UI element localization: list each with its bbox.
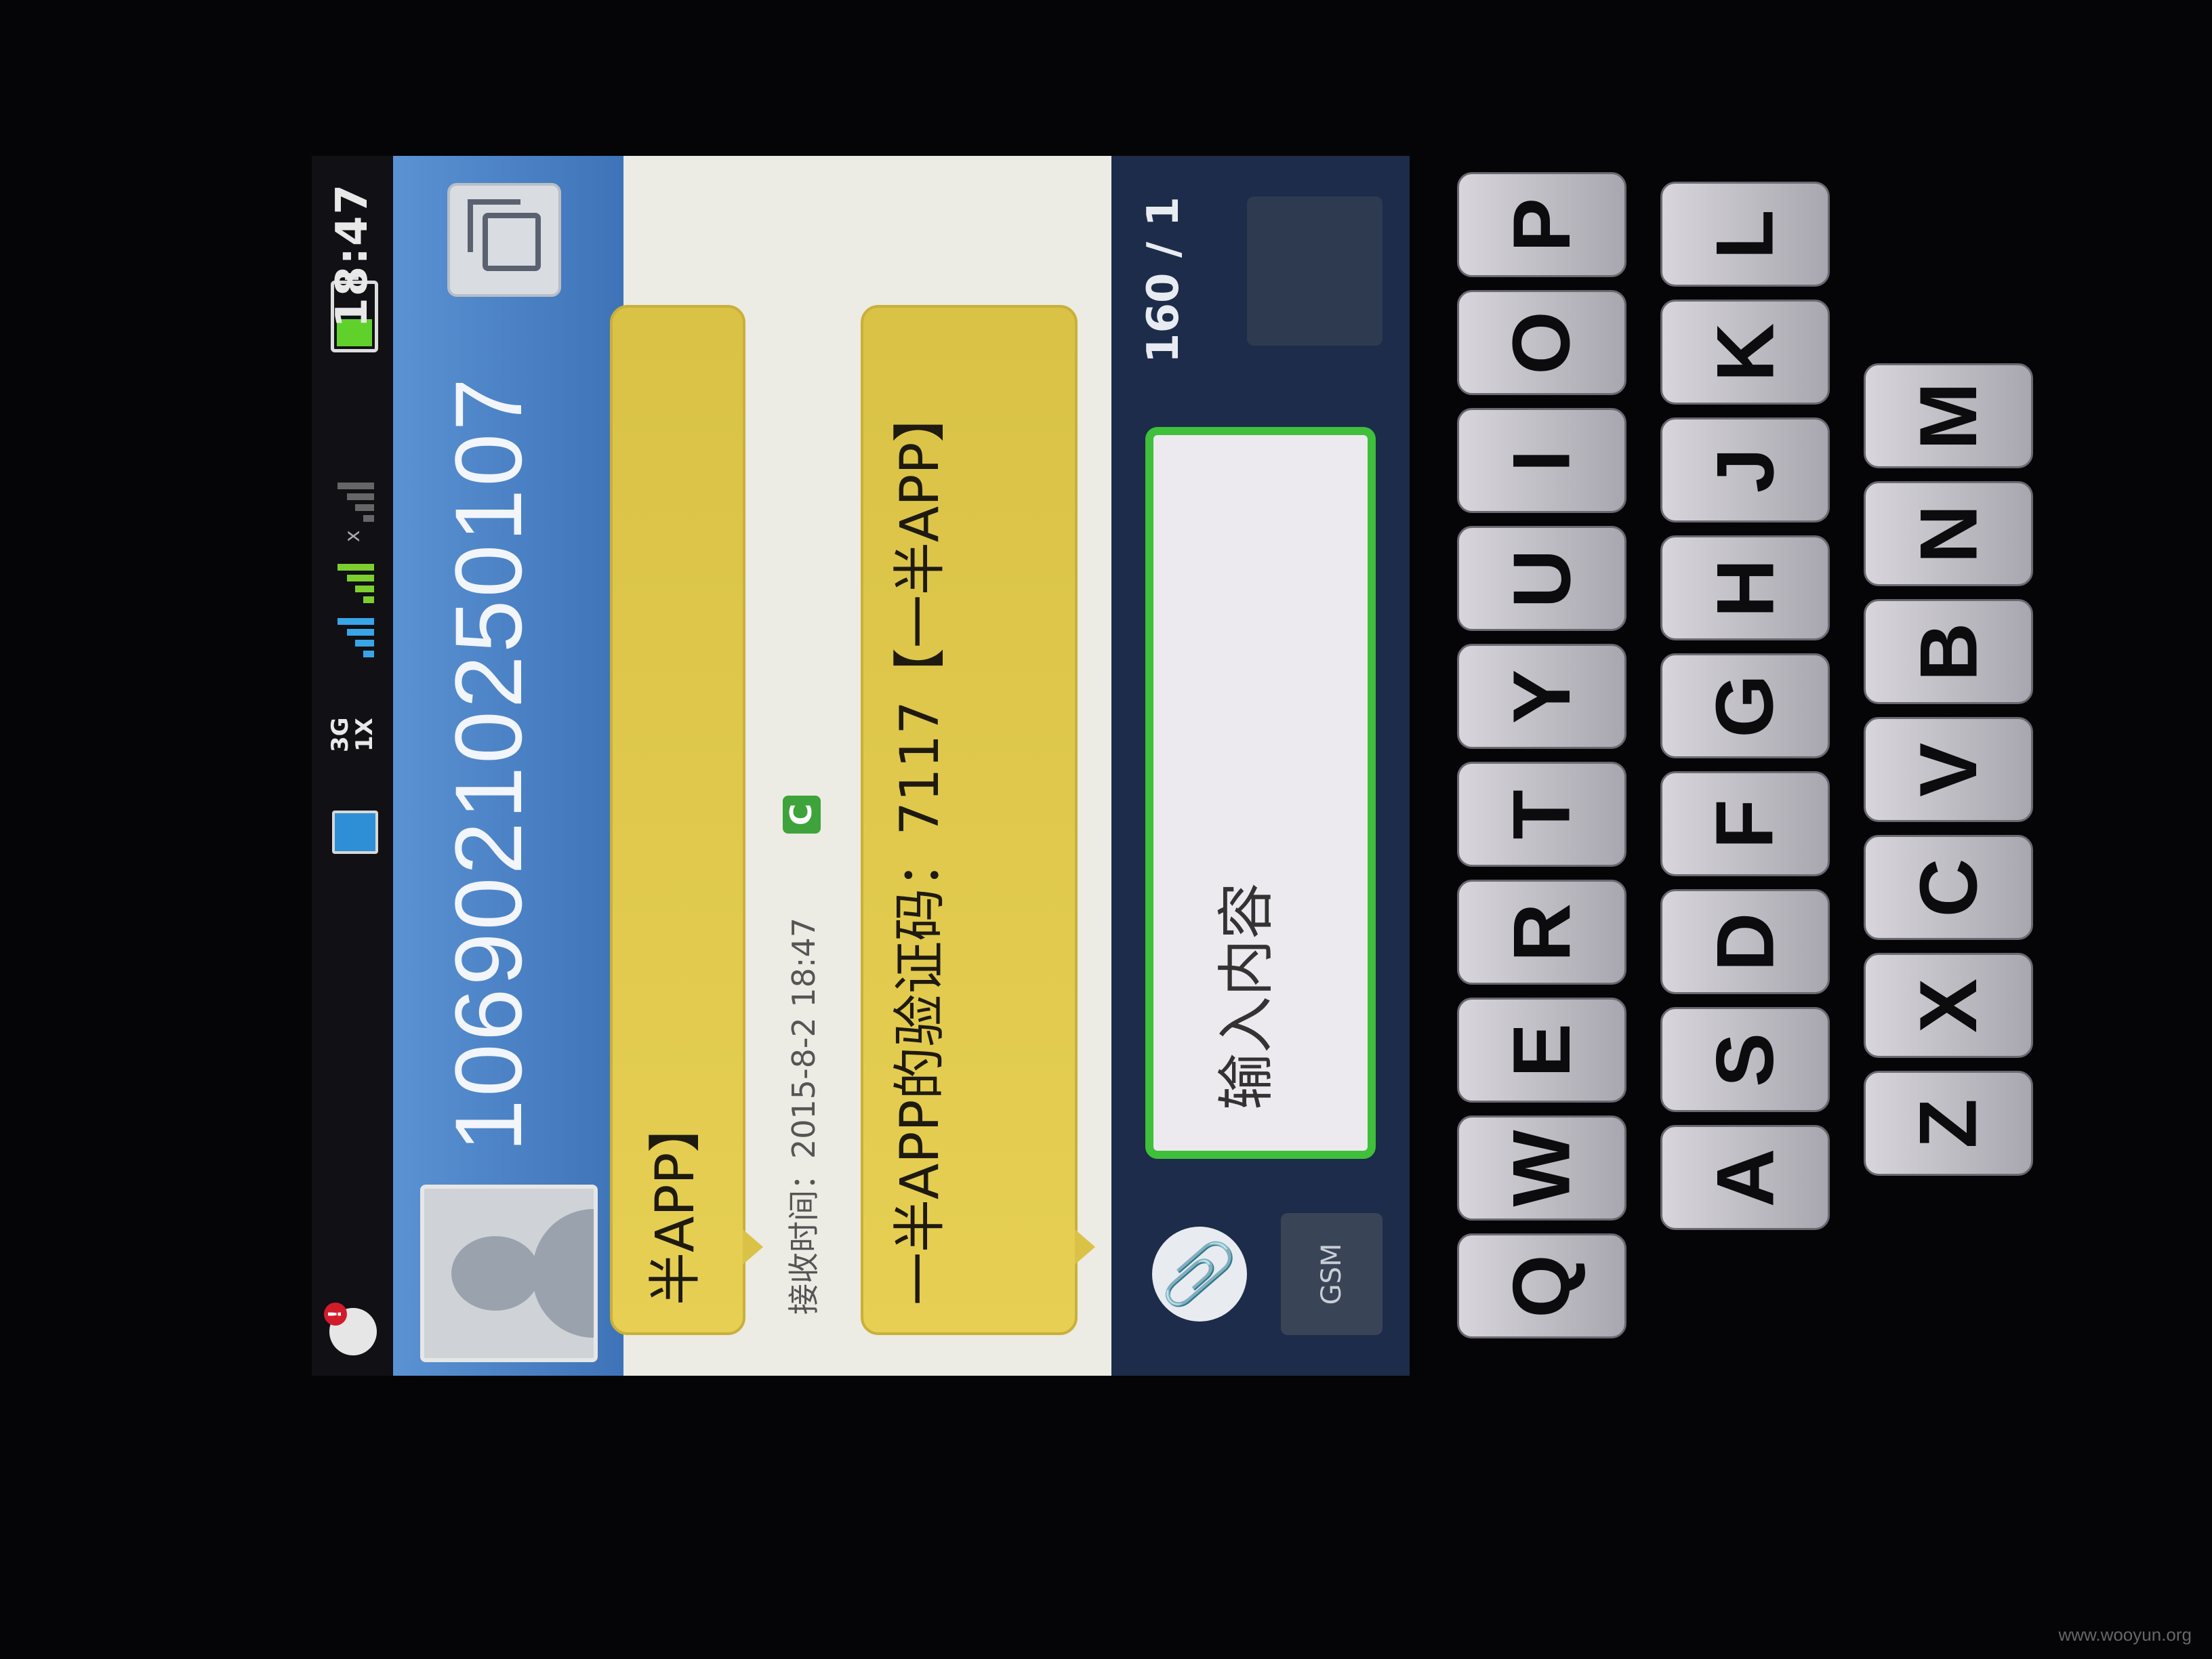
- key-q[interactable]: Q: [1457, 1233, 1626, 1338]
- message-text: 一半APP的验证码：7117【一半APP】: [890, 389, 951, 1305]
- key-label: C: [1902, 858, 1994, 917]
- key-c[interactable]: C: [1864, 835, 2033, 940]
- key-label: X: [1902, 978, 1994, 1033]
- key-label: S: [1699, 1032, 1790, 1087]
- key-label: T: [1496, 789, 1587, 840]
- signal-bars-icon: [331, 618, 374, 657]
- key-label: H: [1699, 558, 1790, 617]
- key-g[interactable]: G: [1660, 653, 1830, 758]
- key-v[interactable]: V: [1864, 717, 2033, 822]
- key-label: U: [1496, 549, 1587, 608]
- key-label: O: [1496, 310, 1587, 375]
- signal-bars-1x-icon: [331, 564, 374, 603]
- key-x[interactable]: X: [1864, 953, 2033, 1058]
- char-counter: 160 / 1: [1139, 197, 1189, 364]
- key-label: G: [1700, 674, 1790, 738]
- key-f[interactable]: F: [1660, 771, 1830, 876]
- status-bar: 3G 1X x 18:47: [312, 156, 393, 1376]
- key-m[interactable]: M: [1864, 363, 2033, 468]
- key-p[interactable]: P: [1457, 172, 1626, 277]
- sim-switch-button[interactable]: GSM: [1281, 1213, 1382, 1335]
- compose-button[interactable]: [447, 183, 561, 297]
- compose-bar: 📎 GSM 输入内容 160 / 1: [1111, 156, 1410, 1376]
- message-input-placeholder: 输入内容: [1213, 882, 1279, 1110]
- contact-number: 1069021025​0107: [435, 375, 541, 1152]
- key-s[interactable]: S: [1660, 1007, 1830, 1112]
- key-h[interactable]: H: [1660, 535, 1830, 640]
- key-y[interactable]: Y: [1457, 644, 1626, 749]
- key-label: L: [1700, 209, 1790, 260]
- message-bubble[interactable]: 半APP】: [610, 305, 745, 1335]
- key-label: I: [1496, 449, 1587, 472]
- key-k[interactable]: K: [1660, 300, 1830, 405]
- phone-screen: 3G 1X x 18:47 1069021025​0107 半APP】 接收时间…: [312, 156, 1410, 1376]
- key-label: K: [1699, 323, 1790, 382]
- key-label: B: [1902, 622, 1994, 681]
- key-label: W: [1496, 1129, 1587, 1207]
- message-text: 半APP】: [645, 1099, 706, 1305]
- network-1x-text: 1X: [351, 718, 378, 752]
- message-list[interactable]: 半APP】 接收时间：2015-8-2 18:47 C 一半APP的验证码：71…: [610, 156, 1111, 1376]
- sim-card-icon: [332, 811, 378, 854]
- key-label: J: [1700, 447, 1790, 493]
- key-r[interactable]: R: [1457, 880, 1626, 985]
- key-label: Y: [1496, 669, 1587, 724]
- attach-paperclip-icon[interactable]: 📎: [1152, 1227, 1247, 1322]
- key-j[interactable]: J: [1660, 417, 1830, 523]
- key-label: Z: [1903, 1098, 1994, 1149]
- key-label: R: [1496, 903, 1587, 962]
- signal-bars-secondary-icon: [331, 483, 374, 522]
- key-d[interactable]: D: [1660, 889, 1830, 994]
- network-3g-text: 3G: [327, 717, 354, 752]
- key-label: F: [1700, 798, 1790, 849]
- sim-label: GSM: [1316, 1243, 1347, 1305]
- key-n[interactable]: N: [1864, 481, 2033, 586]
- key-a[interactable]: A: [1660, 1125, 1830, 1230]
- key-label: P: [1496, 197, 1587, 252]
- key-i[interactable]: I: [1457, 408, 1626, 513]
- status-time: 18:47: [327, 183, 377, 328]
- key-label: D: [1699, 912, 1790, 971]
- message-bubble[interactable]: 一半APP的验证码：7117【一半APP】: [861, 305, 1078, 1335]
- key-label: Q: [1496, 1254, 1587, 1318]
- key-u[interactable]: U: [1457, 526, 1626, 631]
- signal-x-label: x: [340, 530, 365, 542]
- key-l[interactable]: L: [1660, 182, 1830, 287]
- key-o[interactable]: O: [1457, 290, 1626, 395]
- key-label: E: [1496, 1023, 1587, 1078]
- sim-c-badge: C: [783, 796, 821, 834]
- notification-alert-icon: [329, 1308, 377, 1355]
- key-z[interactable]: Z: [1864, 1071, 2033, 1176]
- key-e[interactable]: E: [1457, 998, 1626, 1103]
- conversation-header: 1069021025​0107: [393, 156, 623, 1376]
- keyboard: QWE R T Y U I O P A S D F GH J K L Z X C V BNM: [1457, 136, 2067, 1342]
- key-label: V: [1902, 742, 1994, 797]
- key-label: N: [1902, 504, 1994, 563]
- key-w[interactable]: W: [1457, 1115, 1626, 1221]
- message-timestamp: 接收时间：2015-8-2 18:47: [785, 918, 822, 1315]
- key-label: A: [1699, 1148, 1790, 1207]
- network-3g-label: 3G 1X: [312, 717, 393, 752]
- key-b[interactable]: B: [1864, 599, 2033, 704]
- key-t[interactable]: T: [1457, 762, 1626, 867]
- watermark: www.wooyun.org: [2058, 1624, 2192, 1645]
- message-input[interactable]: 输入内容: [1145, 427, 1376, 1159]
- contact-avatar[interactable]: [420, 1185, 598, 1362]
- key-label: M: [1903, 382, 1994, 450]
- send-button[interactable]: [1247, 197, 1382, 346]
